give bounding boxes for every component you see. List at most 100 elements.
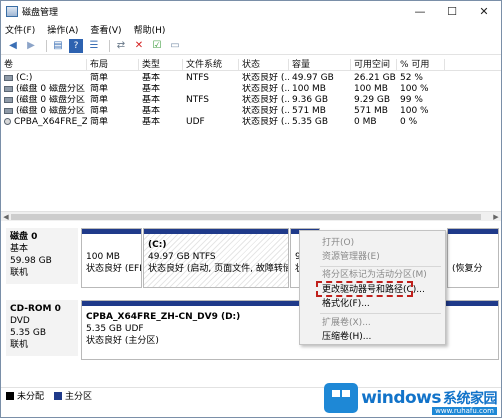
- window-icon[interactable]: ▭: [168, 39, 182, 53]
- disk-management-window: 磁盘管理 — ☐ ✕ 文件(F) 操作(A) 查看(V) 帮助(H) ◀ ▶ ▤…: [0, 0, 502, 418]
- forward-arrow-icon[interactable]: ▶: [24, 39, 38, 53]
- menu-item-shrink-volume[interactable]: 压缩卷(H)...: [300, 331, 445, 343]
- menu-help[interactable]: 帮助(H): [134, 23, 166, 36]
- cell-status: 状态良好 (...: [242, 73, 289, 83]
- title-bar: 磁盘管理 — ☐ ✕: [1, 1, 501, 21]
- primary-partition-swatch: [54, 391, 63, 400]
- table-row[interactable]: (磁盘 0 磁盘分区 1) 简单 基本 状态良好 (... 100 MB 100…: [1, 84, 501, 95]
- cell-status: 状态良好 (...: [242, 117, 289, 127]
- cell-type: 基本: [142, 117, 161, 127]
- cell-percent-free: 100 %: [400, 106, 429, 116]
- menu-item-mark-active[interactable]: 将分区标记为活动分区(M): [300, 269, 445, 281]
- cell-capacity: 49.97 GB: [292, 73, 334, 83]
- watermark: windows 系统家园 www.ruhafu.com: [324, 383, 498, 415]
- menu-item-format[interactable]: 格式化(F)...: [300, 298, 445, 310]
- partition-status: (恢复分: [452, 264, 483, 274]
- toolbar-separator: [109, 39, 110, 52]
- cdrom-0-label[interactable]: CD-ROM 0 DVD 5.35 GB 联机: [6, 300, 78, 356]
- cell-status: 状态良好 (...: [242, 106, 289, 116]
- back-arrow-icon[interactable]: ◀: [6, 39, 20, 53]
- cell-layout: 简单: [90, 84, 109, 94]
- menu-item-extend-volume[interactable]: 扩展卷(X)...: [300, 317, 445, 329]
- partition-efi[interactable]: 100 MB 状态良好 (EFI: [81, 228, 142, 288]
- close-button[interactable]: ✕: [469, 1, 499, 21]
- cell-volume: CPBA_X64FRE_Z...: [1, 117, 87, 128]
- watermark-suffix: 系统家园: [443, 391, 498, 407]
- partition-title: (C:): [148, 240, 167, 250]
- menu-item-open[interactable]: 打开(O): [300, 237, 445, 249]
- col-type[interactable]: 类型: [139, 59, 183, 71]
- table-row[interactable]: (磁盘 0 磁盘分区 4) 简单 基本 NTFS 状态良好 (... 9.36 …: [1, 95, 501, 106]
- disk-0-label[interactable]: 磁盘 0 基本 59.98 GB 联机: [6, 228, 78, 284]
- partition-c[interactable]: (C:) 49.97 GB NTFS 状态良好 (启动, 页面文件, 故障转储,…: [143, 228, 289, 288]
- help-icon[interactable]: ?: [69, 38, 83, 53]
- delete-icon[interactable]: ✕: [132, 39, 146, 53]
- disk-name: 磁盘 0: [10, 232, 38, 242]
- cell-filesystem: UDF: [186, 117, 205, 127]
- scrollbar-thumb[interactable]: [11, 214, 481, 220]
- menu-separator: [320, 313, 441, 314]
- table-row[interactable]: (磁盘 0 磁盘分区 5) 简单 基本 状态良好 (... 571 MB 571…: [1, 106, 501, 117]
- check-icon[interactable]: ☑: [150, 39, 164, 53]
- table-row[interactable]: CPBA_X64FRE_Z... 简单 基本 UDF 状态良好 (... 5.3…: [1, 117, 501, 128]
- volume-icon: [4, 107, 13, 114]
- disk-size: 59.98 GB: [10, 256, 52, 266]
- volume-icon: [4, 85, 13, 92]
- cell-layout: 简单: [90, 95, 109, 105]
- cell-percent-free: 52 %: [400, 73, 423, 83]
- menu-file[interactable]: 文件(F): [5, 23, 35, 36]
- scroll-right-icon[interactable]: ▶: [491, 212, 501, 222]
- disk-management-app-icon: [6, 5, 18, 17]
- cell-volume: (磁盘 0 磁盘分区 4): [1, 95, 87, 106]
- properties-icon[interactable]: ▤: [51, 39, 65, 53]
- connect-icon[interactable]: ⇄: [114, 39, 128, 53]
- disk-name: CD-ROM 0: [10, 304, 61, 314]
- maximize-button[interactable]: ☐: [437, 1, 467, 21]
- legend-unallocated: 未分配: [17, 392, 45, 402]
- col-volume[interactable]: 卷: [1, 59, 87, 71]
- menu-separator: [320, 266, 441, 267]
- col-free-space[interactable]: 可用空间: [351, 59, 397, 71]
- table-row[interactable]: (C:) 简单 基本 NTFS 状态良好 (... 49.97 GB 26.21…: [1, 73, 501, 84]
- col-status[interactable]: 状态: [239, 59, 289, 71]
- partition-status: 状态良好 (EFI: [86, 264, 142, 274]
- partition-recovery[interactable]: (恢复分: [447, 228, 499, 288]
- cell-capacity: 571 MB: [292, 106, 326, 116]
- col-percent-free[interactable]: % 可用: [397, 59, 445, 71]
- list-icon[interactable]: ☰: [87, 39, 101, 53]
- scroll-left-icon[interactable]: ◀: [1, 212, 11, 222]
- menu-view[interactable]: 查看(V): [90, 23, 121, 36]
- volume-icon: [4, 74, 13, 81]
- cell-filesystem: NTFS: [186, 95, 209, 105]
- menu-action[interactable]: 操作(A): [47, 23, 78, 36]
- cell-type: 基本: [142, 73, 161, 83]
- cell-layout: 简单: [90, 117, 109, 127]
- partition-status: 状态良好 (启动, 页面文件, 故障转储, 基: [148, 264, 288, 274]
- cell-volume: (磁盘 0 磁盘分区 1): [1, 84, 87, 95]
- cell-free-space: 0 MB: [354, 117, 377, 127]
- partition-size: 49.97 GB NTFS: [148, 252, 216, 262]
- menu-item-explorer[interactable]: 资源管理器(E): [300, 251, 445, 263]
- col-layout[interactable]: 布局: [87, 59, 139, 71]
- watermark-brand: windows: [361, 388, 441, 408]
- cell-layout: 简单: [90, 106, 109, 116]
- window-title: 磁盘管理: [22, 7, 59, 18]
- col-filesystem[interactable]: 文件系统: [183, 59, 239, 71]
- cell-type: 基本: [142, 95, 161, 105]
- cell-status: 状态良好 (...: [242, 84, 289, 94]
- legend-primary: 主分区: [65, 392, 93, 402]
- col-capacity[interactable]: 容量: [289, 59, 351, 71]
- minimize-button[interactable]: —: [405, 1, 435, 21]
- menu-bar: 文件(F) 操作(A) 查看(V) 帮助(H): [1, 21, 501, 37]
- unallocated-swatch: [6, 391, 14, 400]
- cell-capacity: 9.36 GB: [292, 95, 329, 105]
- cell-layout: 简单: [90, 73, 109, 83]
- highlight-annotation: [316, 281, 413, 297]
- volume-table-header: 卷 布局 类型 文件系统 状态 容量 可用空间 % 可用: [1, 59, 501, 71]
- watermark-logo-icon: [324, 383, 359, 413]
- cell-status: 状态良好 (...: [242, 95, 289, 105]
- cell-volume: (磁盘 0 磁盘分区 5): [1, 106, 87, 117]
- toolbar-separator: [46, 39, 47, 52]
- cell-type: 基本: [142, 84, 161, 94]
- horizontal-scrollbar[interactable]: ◀ ▶: [1, 211, 501, 221]
